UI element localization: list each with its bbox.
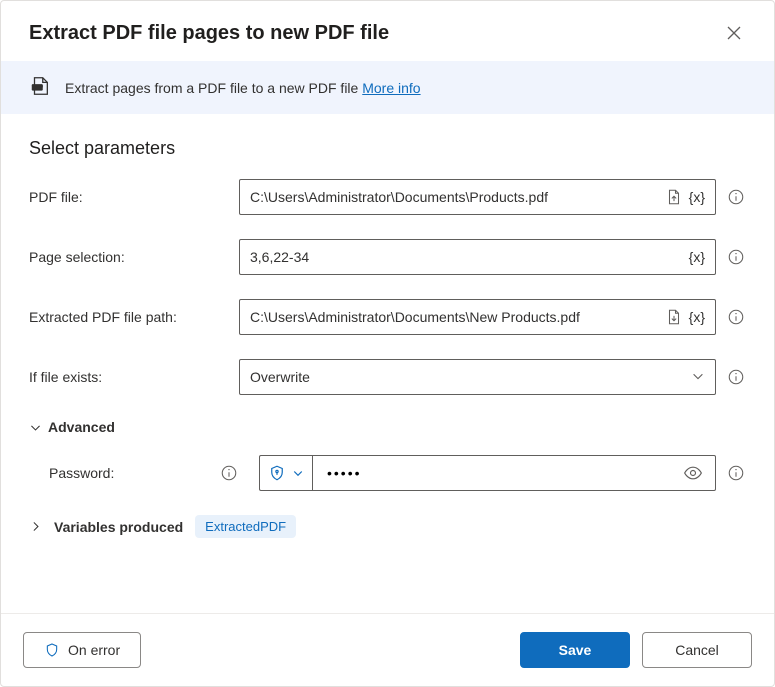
variable-token-extracted-path[interactable]: {x} bbox=[687, 309, 707, 325]
content-area: Select parameters PDF file: {x} Page sel… bbox=[1, 114, 774, 613]
label-page-selection: Page selection: bbox=[29, 249, 229, 265]
file-picker-icon[interactable] bbox=[661, 188, 687, 206]
chevron-right-icon bbox=[29, 520, 42, 533]
input-pdf-file-wrap: {x} bbox=[239, 179, 716, 215]
variable-badge-extractedpdf[interactable]: ExtractedPDF bbox=[195, 515, 296, 538]
variable-token-pdf-file[interactable]: {x} bbox=[687, 189, 707, 205]
pdf-badge-icon: PDF bbox=[29, 75, 51, 100]
select-if-exists[interactable]: Overwrite bbox=[239, 359, 716, 395]
info-banner: PDF Extract pages from a PDF file to a n… bbox=[1, 61, 774, 114]
input-pdf-file[interactable] bbox=[250, 189, 661, 205]
dialog-title: Extract PDF file pages to new PDF file bbox=[29, 22, 389, 45]
info-icon-password-left[interactable] bbox=[219, 463, 239, 483]
label-extracted-path: Extracted PDF file path: bbox=[29, 309, 229, 325]
info-icon-page-selection[interactable] bbox=[726, 247, 746, 267]
row-page-selection: Page selection: {x} bbox=[29, 239, 746, 275]
save-button[interactable]: Save bbox=[520, 632, 630, 668]
variables-produced-row[interactable]: Variables produced ExtractedPDF bbox=[29, 515, 746, 538]
input-extracted-path-wrap: {x} bbox=[239, 299, 716, 335]
on-error-button[interactable]: On error bbox=[23, 632, 141, 668]
variable-token-page-selection[interactable]: {x} bbox=[687, 249, 707, 265]
row-if-exists: If file exists: Overwrite bbox=[29, 359, 746, 395]
cancel-button[interactable]: Cancel bbox=[642, 632, 752, 668]
advanced-label: Advanced bbox=[48, 419, 115, 435]
shield-icon bbox=[268, 464, 286, 482]
info-icon-if-exists[interactable] bbox=[726, 367, 746, 387]
shield-outline-icon bbox=[44, 642, 60, 658]
chevron-down-icon bbox=[691, 369, 705, 386]
more-info-link[interactable]: More info bbox=[362, 80, 420, 96]
section-title: Select parameters bbox=[29, 138, 746, 159]
info-icon-password-right[interactable] bbox=[726, 463, 746, 483]
variables-produced-label: Variables produced bbox=[54, 519, 183, 535]
chevron-down-icon bbox=[29, 421, 42, 434]
close-icon bbox=[726, 25, 742, 41]
advanced-expander[interactable]: Advanced bbox=[29, 419, 746, 435]
chevron-down-icon bbox=[292, 467, 304, 479]
input-password[interactable] bbox=[327, 465, 679, 481]
dialog-footer: On error Save Cancel bbox=[1, 613, 774, 686]
file-save-icon[interactable] bbox=[661, 308, 687, 326]
label-password: Password: bbox=[49, 465, 209, 481]
eye-icon[interactable] bbox=[679, 463, 707, 483]
select-if-exists-value: Overwrite bbox=[250, 369, 310, 385]
input-page-selection-wrap: {x} bbox=[239, 239, 716, 275]
banner-text: Extract pages from a PDF file to a new P… bbox=[65, 80, 421, 96]
svg-text:PDF: PDF bbox=[34, 85, 43, 90]
dialog-header: Extract PDF file pages to new PDF file bbox=[1, 1, 774, 61]
input-extracted-path[interactable] bbox=[250, 309, 661, 325]
input-password-wrap bbox=[312, 455, 716, 491]
info-icon-pdf-file[interactable] bbox=[726, 187, 746, 207]
label-pdf-file: PDF file: bbox=[29, 189, 229, 205]
row-pdf-file: PDF file: {x} bbox=[29, 179, 746, 215]
info-icon-extracted-path[interactable] bbox=[726, 307, 746, 327]
input-page-selection[interactable] bbox=[250, 249, 687, 265]
row-password: Password: bbox=[29, 455, 746, 491]
row-extracted-path: Extracted PDF file path: {x} bbox=[29, 299, 746, 335]
close-button[interactable] bbox=[722, 21, 746, 45]
label-if-exists: If file exists: bbox=[29, 369, 229, 385]
password-mode-selector[interactable] bbox=[259, 455, 312, 491]
